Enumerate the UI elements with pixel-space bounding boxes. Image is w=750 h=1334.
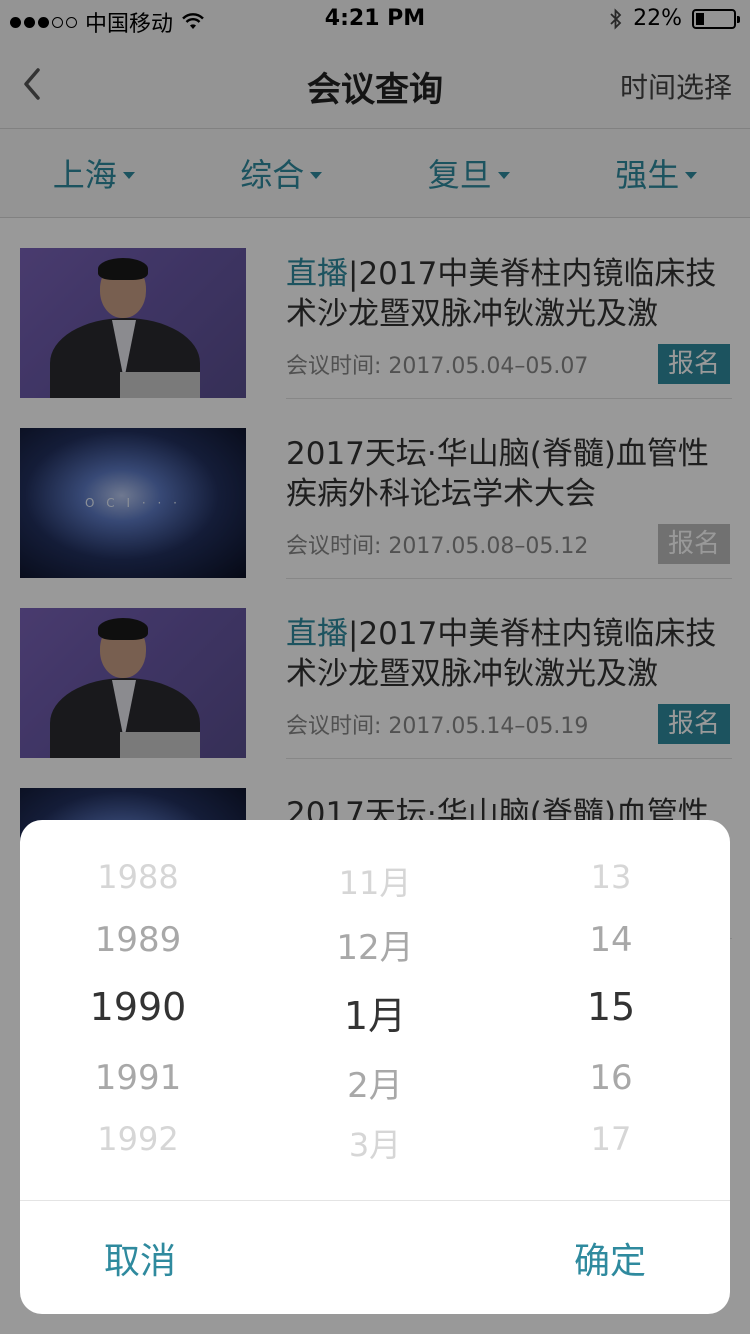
day-option-selected[interactable]: 15 [493, 985, 729, 1029]
month-wheel[interactable]: 11月 12月 1月 2月 3月 [257, 820, 493, 1200]
month-option[interactable]: 2月 [257, 1058, 493, 1107]
day-wheel[interactable]: 13 14 15 16 17 [493, 820, 729, 1200]
year-option[interactable]: 1989 [20, 920, 256, 960]
date-picker-sheet: 1988 1989 1990 1991 1992 11月 12月 1月 2月 3… [20, 820, 730, 1314]
year-option[interactable]: 1992 [20, 1120, 256, 1158]
year-option[interactable]: 1991 [20, 1058, 256, 1098]
year-option-selected[interactable]: 1990 [20, 985, 256, 1029]
day-option[interactable]: 17 [493, 1120, 729, 1158]
month-option[interactable]: 12月 [257, 920, 493, 969]
month-option-selected[interactable]: 1月 [257, 985, 493, 1040]
year-option[interactable]: 1988 [20, 858, 256, 896]
day-option[interactable]: 16 [493, 1058, 729, 1098]
month-option[interactable]: 11月 [257, 858, 493, 904]
day-option[interactable]: 14 [493, 920, 729, 960]
year-wheel[interactable]: 1988 1989 1990 1991 1992 [20, 820, 256, 1200]
day-option[interactable]: 13 [493, 858, 729, 896]
cancel-button[interactable]: 取消 [20, 1202, 260, 1314]
month-option[interactable]: 3月 [257, 1120, 493, 1166]
confirm-button[interactable]: 确定 [490, 1202, 730, 1314]
divider [20, 1200, 730, 1201]
